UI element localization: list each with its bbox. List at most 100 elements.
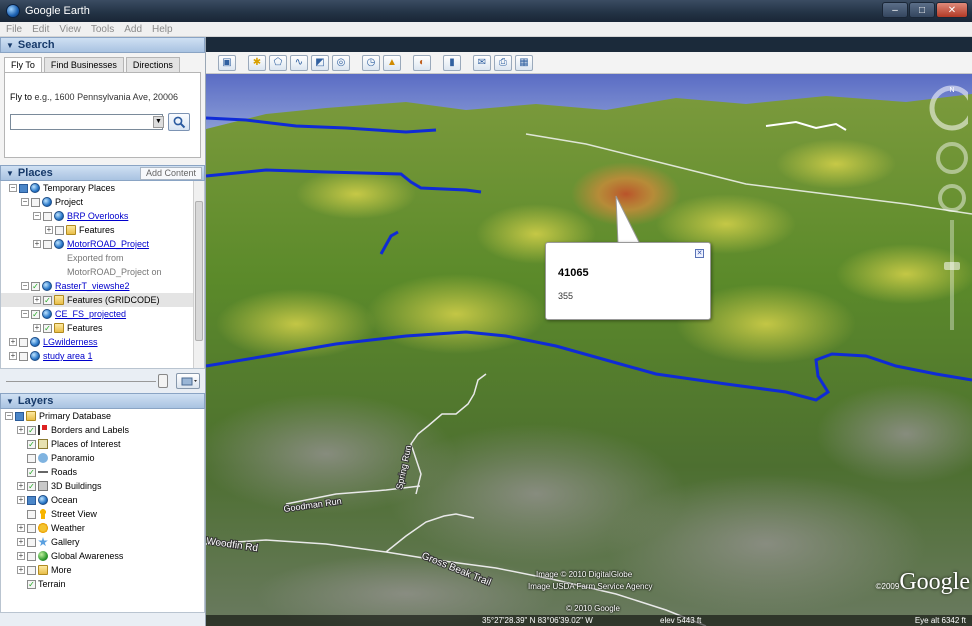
expand-icon[interactable]: + — [17, 496, 25, 504]
layer-3d-buildings[interactable]: + ✓ 3D Buildings — [1, 479, 204, 493]
tree-item-link[interactable]: LGwilderness — [43, 335, 98, 349]
tree-item-link[interactable]: RasterT_viewshe2 — [55, 279, 130, 293]
expand-icon[interactable]: + — [17, 552, 25, 560]
print-button[interactable]: ⎙ — [494, 54, 512, 71]
tree-item-study-area-1[interactable]: + study area 1 — [1, 349, 204, 363]
menu-tools[interactable]: Tools — [91, 24, 114, 35]
checkbox[interactable] — [27, 523, 36, 533]
add-path-button[interactable]: ∿ — [290, 54, 308, 71]
expand-icon[interactable]: + — [9, 352, 17, 360]
layer-panoramio[interactable]: Panoramio — [1, 451, 204, 465]
fly-to-input[interactable] — [10, 114, 163, 130]
tree-item-features-2[interactable]: + ✓ Features — [1, 321, 204, 335]
menu-edit[interactable]: Edit — [32, 24, 49, 35]
layer-more[interactable]: + More — [1, 563, 204, 577]
expand-icon[interactable]: + — [33, 296, 41, 304]
tree-item-project[interactable]: − Project — [1, 195, 204, 209]
info-balloon[interactable]: ✕ 41065 355 — [545, 242, 711, 320]
checkbox[interactable] — [27, 453, 36, 463]
close-button[interactable]: ✕ — [936, 2, 968, 18]
toggle-sidebar-button[interactable]: ▣ — [218, 54, 236, 71]
collapse-icon[interactable]: − — [5, 412, 13, 420]
add-content-button[interactable]: Add Content — [139, 167, 202, 180]
layers-panel-header[interactable]: ▼ Layers — [0, 393, 205, 409]
expand-icon[interactable]: + — [17, 524, 25, 532]
sunlight-button[interactable]: ▲ — [383, 54, 401, 71]
navigation-controls[interactable]: N — [922, 80, 972, 363]
checkbox[interactable] — [19, 337, 28, 347]
search-panel-header[interactable]: ▼ Search — [0, 37, 205, 53]
tree-item-features-gridcode[interactable]: + ✓ Features (GRIDCODE) — [1, 293, 204, 307]
add-polygon-button[interactable]: ⬠ — [269, 54, 287, 71]
checkbox[interactable] — [55, 225, 64, 235]
checkbox[interactable] — [15, 411, 24, 421]
scrollbar-thumb[interactable] — [195, 201, 203, 341]
menu-help[interactable]: Help — [152, 24, 173, 35]
tab-find-businesses[interactable]: Find Businesses — [43, 57, 124, 72]
layer-global-awareness[interactable]: + Global Awareness — [1, 549, 204, 563]
layer-street-view[interactable]: Street View — [1, 507, 204, 521]
layer-borders-labels[interactable]: + ✓ Borders and Labels — [1, 423, 204, 437]
expand-icon[interactable]: + — [17, 426, 25, 434]
menu-view[interactable]: View — [59, 24, 81, 35]
minimize-button[interactable]: – — [882, 2, 908, 18]
tree-item-link[interactable]: MotorROAD_Project — [67, 237, 149, 251]
expand-icon[interactable]: + — [33, 240, 41, 248]
fly-to-dropdown-icon[interactable]: ▼ — [153, 116, 164, 128]
tree-item-lgwilderness[interactable]: + LGwilderness — [1, 335, 204, 349]
email-button[interactable]: ✉ — [473, 54, 491, 71]
historical-imagery-button[interactable]: ◷ — [362, 54, 380, 71]
layer-gallery[interactable]: + Gallery — [1, 535, 204, 549]
checkbox[interactable]: ✓ — [27, 439, 36, 449]
layer-weather[interactable]: + Weather — [1, 521, 204, 535]
checkbox[interactable]: ✓ — [43, 323, 52, 333]
places-panel-header[interactable]: ▼ Places Add Content — [0, 165, 205, 181]
layer-places-of-interest[interactable]: ✓ Places of Interest — [1, 437, 204, 451]
checkbox[interactable]: ✓ — [31, 309, 40, 319]
view-in-maps-button[interactable]: ▦ — [515, 54, 533, 71]
collapse-icon[interactable]: − — [9, 184, 17, 192]
tree-item-temporary-places[interactable]: − Temporary Places — [1, 181, 204, 195]
opacity-slider-handle[interactable] — [158, 374, 168, 388]
collapse-icon[interactable]: − — [21, 310, 29, 318]
tree-item-rastert-viewshe2[interactable]: − ✓ RasterT_viewshe2 — [1, 279, 204, 293]
layer-terrain[interactable]: ✓ Terrain — [1, 577, 204, 591]
layer-ocean[interactable]: + Ocean — [1, 493, 204, 507]
checkbox[interactable] — [27, 565, 36, 575]
ruler-button[interactable]: ▮ — [443, 54, 461, 71]
layer-roads[interactable]: ✓ Roads — [1, 465, 204, 479]
tree-item-features[interactable]: + Features — [1, 223, 204, 237]
maximize-button[interactable]: □ — [909, 2, 935, 18]
switch-planet-button[interactable]: ◐ — [413, 54, 431, 71]
collapse-icon[interactable]: − — [21, 282, 29, 290]
tree-item-link[interactable]: CE_FS_projected — [55, 307, 126, 321]
expand-icon[interactable]: + — [33, 324, 41, 332]
add-image-overlay-button[interactable]: ◩ — [311, 54, 329, 71]
tree-item-brp-overlooks[interactable]: − BRP Overlooks — [1, 209, 204, 223]
checkbox[interactable] — [31, 197, 40, 207]
tree-item-motorroad-project[interactable]: + MotorROAD_Project — [1, 237, 204, 251]
navigation-compass-icon[interactable]: N — [922, 80, 972, 360]
expand-icon[interactable]: + — [17, 538, 25, 546]
expand-icon[interactable]: + — [45, 226, 53, 234]
places-scrollbar[interactable] — [193, 181, 204, 368]
record-tour-button[interactable]: ◎ — [332, 54, 350, 71]
tree-item-ce-fs-projected[interactable]: − ✓ CE_FS_projected — [1, 307, 204, 321]
expand-icon[interactable]: + — [9, 338, 17, 346]
checkbox[interactable]: ✓ — [27, 425, 36, 435]
tree-item-link[interactable]: BRP Overlooks — [67, 209, 128, 223]
earth-3d-view[interactable]: Woodfin Rd Spring Run Gross Beak Trail G… — [206, 74, 972, 626]
tree-item-link[interactable]: study area 1 — [43, 349, 93, 363]
opacity-slider-track[interactable] — [6, 381, 156, 382]
checkbox[interactable] — [27, 495, 36, 505]
search-button[interactable] — [168, 113, 190, 131]
checkbox[interactable]: ✓ — [27, 579, 36, 589]
checkbox[interactable] — [19, 183, 28, 193]
collapse-icon[interactable]: − — [21, 198, 29, 206]
close-icon[interactable]: ✕ — [695, 249, 704, 258]
checkbox[interactable] — [27, 509, 36, 519]
add-placemark-button[interactable]: ✱ — [248, 54, 266, 71]
tab-directions[interactable]: Directions — [125, 57, 180, 72]
checkbox[interactable] — [27, 537, 36, 547]
checkbox[interactable] — [43, 211, 52, 221]
